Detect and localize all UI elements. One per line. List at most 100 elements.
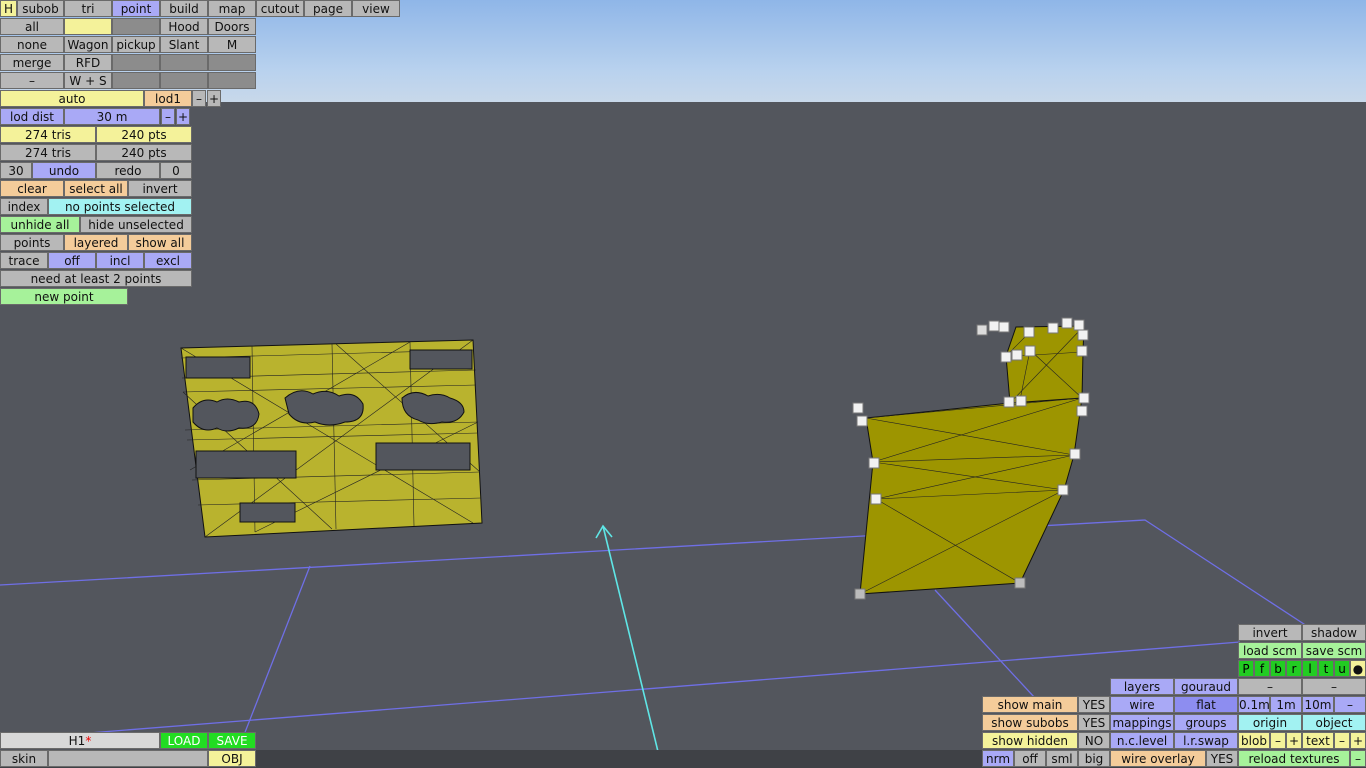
text-plus-button[interactable]: + (1350, 732, 1366, 749)
lod-dist-plus[interactable]: + (176, 108, 190, 125)
tab-cutout[interactable]: cutout (256, 0, 304, 17)
blank-slot[interactable] (64, 18, 112, 35)
select-none-button[interactable]: none (0, 36, 64, 53)
select-all-points-button[interactable]: select all (64, 180, 128, 197)
channel-b[interactable]: b (1270, 660, 1286, 677)
mesh-panel-left[interactable] (180, 339, 483, 538)
show-main-toggle[interactable]: YES (1078, 696, 1110, 713)
flat-button[interactable]: flat (1174, 696, 1238, 713)
trace-incl-button[interactable]: incl (96, 252, 144, 269)
nclevel-button[interactable]: n.c.level (1110, 732, 1174, 749)
text-minus-button[interactable]: – (1334, 732, 1350, 749)
object-button[interactable]: object (1302, 714, 1366, 731)
skin-field[interactable] (48, 750, 208, 767)
lod-plus-button[interactable]: + (207, 90, 221, 107)
layered-button[interactable]: layered (64, 234, 128, 251)
clear-button[interactable]: clear (0, 180, 64, 197)
3d-viewport[interactable] (0, 0, 1366, 768)
trace-off-button[interactable]: off (48, 252, 96, 269)
lod1-button[interactable]: lod1 (144, 90, 192, 107)
layers-button[interactable]: layers (1110, 678, 1174, 695)
blob-minus-button[interactable]: – (1270, 732, 1286, 749)
invert-selection-button[interactable]: invert (128, 180, 192, 197)
tab-build[interactable]: build (160, 0, 208, 17)
big-button[interactable]: big (1078, 750, 1110, 767)
channel-r[interactable]: r (1286, 660, 1302, 677)
m-button[interactable]: M (208, 36, 256, 53)
empty-slot (208, 72, 256, 89)
merge-button[interactable]: merge (0, 54, 64, 71)
dash-button-2[interactable]: – (1302, 678, 1366, 695)
channel-t[interactable]: t (1318, 660, 1334, 677)
lod-dist-minus[interactable]: – (161, 108, 175, 125)
slant-button[interactable]: Slant (160, 36, 208, 53)
lod-dist-label: lod dist (0, 108, 64, 125)
channel-p[interactable]: P (1238, 660, 1254, 677)
tab-map[interactable]: map (208, 0, 256, 17)
grid-1m-button[interactable]: 1m (1270, 696, 1302, 713)
empty-slot (160, 72, 208, 89)
wagon-button[interactable]: Wagon (64, 36, 112, 53)
channel-dot[interactable]: ● (1350, 660, 1366, 677)
lrswap-button[interactable]: l.r.swap (1174, 732, 1238, 749)
hood-button[interactable]: Hood (160, 18, 208, 35)
tab-subob[interactable]: subob (17, 0, 64, 17)
hide-unselected-button[interactable]: hide unselected (80, 216, 192, 233)
lod-minus-button[interactable]: – (192, 90, 206, 107)
tab-view[interactable]: view (352, 0, 400, 17)
pickup-button[interactable]: pickup (112, 36, 160, 53)
groups-button[interactable]: groups (1174, 714, 1238, 731)
mappings-button[interactable]: mappings (1110, 714, 1174, 731)
sml-button[interactable]: sml (1046, 750, 1078, 767)
load-scm-button[interactable]: load scm (1238, 642, 1302, 659)
origin-button[interactable]: origin (1238, 714, 1302, 731)
tab-page[interactable]: page (304, 0, 352, 17)
shadow-button[interactable]: shadow (1302, 624, 1366, 641)
invert-view-button[interactable]: invert (1238, 624, 1302, 641)
new-point-button[interactable]: new point (0, 288, 128, 305)
grid-minus-button[interactable]: – (1334, 696, 1366, 713)
trace-excl-button[interactable]: excl (144, 252, 192, 269)
rfd-button[interactable]: RFD (64, 54, 112, 71)
lod-auto-button[interactable]: auto (0, 90, 144, 107)
nrm-button[interactable]: nrm (982, 750, 1014, 767)
show-all-button[interactable]: show all (128, 234, 192, 251)
obj-button[interactable]: OBJ (208, 750, 256, 767)
grid-10m-button[interactable]: 10m (1302, 696, 1334, 713)
channel-f[interactable]: f (1254, 660, 1270, 677)
reload-textures-button[interactable]: reload textures (1238, 750, 1350, 767)
wire-overlay-toggle[interactable]: YES (1206, 750, 1238, 767)
load-button[interactable]: LOAD (160, 732, 208, 749)
tab-point[interactable]: point (112, 0, 160, 17)
menu-h[interactable]: H (0, 0, 17, 17)
points-mode-button[interactable]: points (0, 234, 64, 251)
tab-tri[interactable]: tri (64, 0, 112, 17)
wire-button[interactable]: wire (1110, 696, 1174, 713)
trace-button[interactable]: trace (0, 252, 48, 269)
text-label: text (1302, 732, 1334, 749)
channel-u[interactable]: u (1334, 660, 1350, 677)
empty-slot (112, 72, 160, 89)
save-scm-button[interactable]: save scm (1302, 642, 1366, 659)
dash-button-1[interactable]: – (1238, 678, 1302, 695)
channel-l[interactable]: l (1302, 660, 1318, 677)
undo-button[interactable]: undo (32, 162, 96, 179)
reload-minus-button[interactable]: – (1350, 750, 1366, 767)
doors-button[interactable]: Doors (208, 18, 256, 35)
index-button[interactable]: index (0, 198, 48, 215)
ws-button[interactable]: W + S (64, 72, 112, 89)
minus-button[interactable]: – (0, 72, 64, 89)
redo-button[interactable]: redo (96, 162, 160, 179)
size-off-button[interactable]: off (1014, 750, 1046, 767)
save-button[interactable]: SAVE (208, 732, 256, 749)
file-name-field[interactable]: H1* (0, 732, 160, 749)
mesh-panel-right[interactable] (852, 317, 1090, 600)
show-subobs-toggle[interactable]: YES (1078, 714, 1110, 731)
lod-dist-value[interactable]: 30 m (64, 108, 160, 125)
blob-plus-button[interactable]: + (1286, 732, 1302, 749)
select-all-button[interactable]: all (0, 18, 64, 35)
show-hidden-toggle[interactable]: NO (1078, 732, 1110, 749)
gouraud-button[interactable]: gouraud (1174, 678, 1238, 695)
unhide-all-button[interactable]: unhide all (0, 216, 80, 233)
grid-01m-button[interactable]: 0.1m (1238, 696, 1270, 713)
